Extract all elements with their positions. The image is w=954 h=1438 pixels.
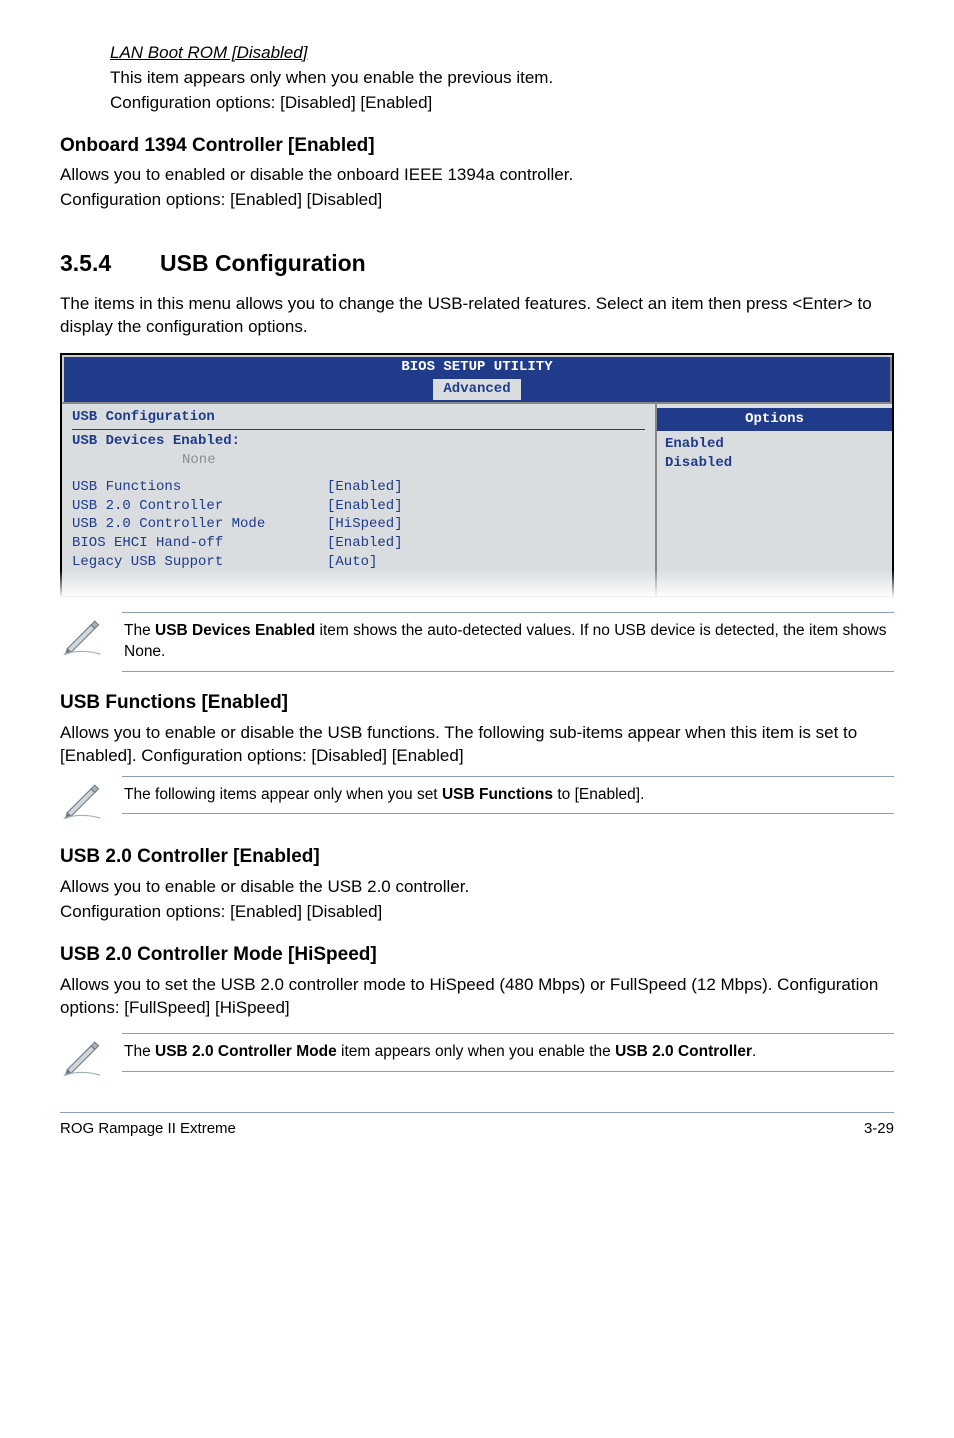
note-text: The following items appear only when you…: [122, 776, 894, 815]
section-heading: 3.5.4USB Configuration: [60, 248, 894, 279]
footer-right: 3-29: [864, 1119, 894, 1139]
bios-left-panel: USB Configuration USB Devices Enabled: N…: [62, 404, 657, 596]
bios-tab-advanced: Advanced: [433, 379, 520, 400]
footer-left: ROG Rampage II Extreme: [60, 1119, 236, 1139]
bios-devices-label: USB Devices Enabled:: [72, 432, 645, 451]
note-usb-functions-condition: The following items appear only when you…: [60, 776, 894, 827]
pencil-icon: [60, 612, 104, 663]
pencil-icon: [60, 776, 104, 827]
lan-boot-rom-block: LAN Boot ROM [Disabled] This item appear…: [110, 42, 894, 115]
section-number: 3.5.4: [60, 248, 160, 279]
note-usb-devices-enabled: The USB Devices Enabled item shows the a…: [60, 612, 894, 672]
usb20-controller-title: USB 2.0 Controller [Enabled]: [60, 844, 894, 870]
onboard-line2: Configuration options: [Enabled] [Disabl…: [60, 189, 894, 212]
bios-option-disabled: Disabled: [665, 454, 884, 473]
lan-title: LAN Boot ROM [Disabled]: [110, 42, 894, 65]
lan-line1: This item appears only when you enable t…: [110, 67, 894, 90]
onboard-title: Onboard 1394 Controller [Enabled]: [60, 133, 894, 159]
bios-devices-value: None: [72, 451, 645, 470]
lan-line2: Configuration options: [Disabled] [Enabl…: [110, 92, 894, 115]
bios-tab-row: Advanced: [62, 379, 892, 402]
bios-option-enabled: Enabled: [665, 435, 884, 454]
pencil-icon: [60, 1033, 104, 1084]
note-text: The USB 2.0 Controller Mode item appears…: [122, 1033, 894, 1072]
bios-row-usb20-mode: USB 2.0 Controller Mode[HiSpeed]: [72, 515, 645, 534]
bios-top-title: BIOS SETUP UTILITY: [62, 355, 892, 379]
bios-panel-heading: USB Configuration: [72, 408, 645, 430]
usb20-line2: Configuration options: [Enabled] [Disabl…: [60, 901, 894, 924]
note-usb20-mode-condition: The USB 2.0 Controller Mode item appears…: [60, 1033, 894, 1084]
usb20-mode-title: USB 2.0 Controller Mode [HiSpeed]: [60, 942, 894, 968]
bios-options-title: Options: [657, 408, 892, 431]
bios-row-usb20-controller: USB 2.0 Controller[Enabled]: [72, 497, 645, 516]
onboard-line1: Allows you to enabled or disable the onb…: [60, 164, 894, 187]
usb20-line1: Allows you to enable or disable the USB …: [60, 876, 894, 899]
note-text: The USB Devices Enabled item shows the a…: [122, 612, 894, 672]
section-intro: The items in this menu allows you to cha…: [60, 293, 894, 339]
usb-functions-body: Allows you to enable or disable the USB …: [60, 722, 894, 768]
bios-right-panel: Options Enabled Disabled: [657, 404, 892, 596]
bios-screenshot: BIOS SETUP UTILITY Advanced USB Configur…: [60, 353, 894, 598]
usb20-mode-body: Allows you to set the USB 2.0 controller…: [60, 974, 894, 1020]
bios-row-ehci-handoff: BIOS EHCI Hand-off[Enabled]: [72, 534, 645, 553]
section-title-text: USB Configuration: [160, 250, 366, 276]
page-footer: ROG Rampage II Extreme 3-29: [60, 1112, 894, 1139]
usb-functions-title: USB Functions [Enabled]: [60, 690, 894, 716]
bios-row-legacy-usb: Legacy USB Support[Auto]: [72, 553, 645, 572]
bios-row-usb-functions: USB Functions[Enabled]: [72, 478, 645, 497]
